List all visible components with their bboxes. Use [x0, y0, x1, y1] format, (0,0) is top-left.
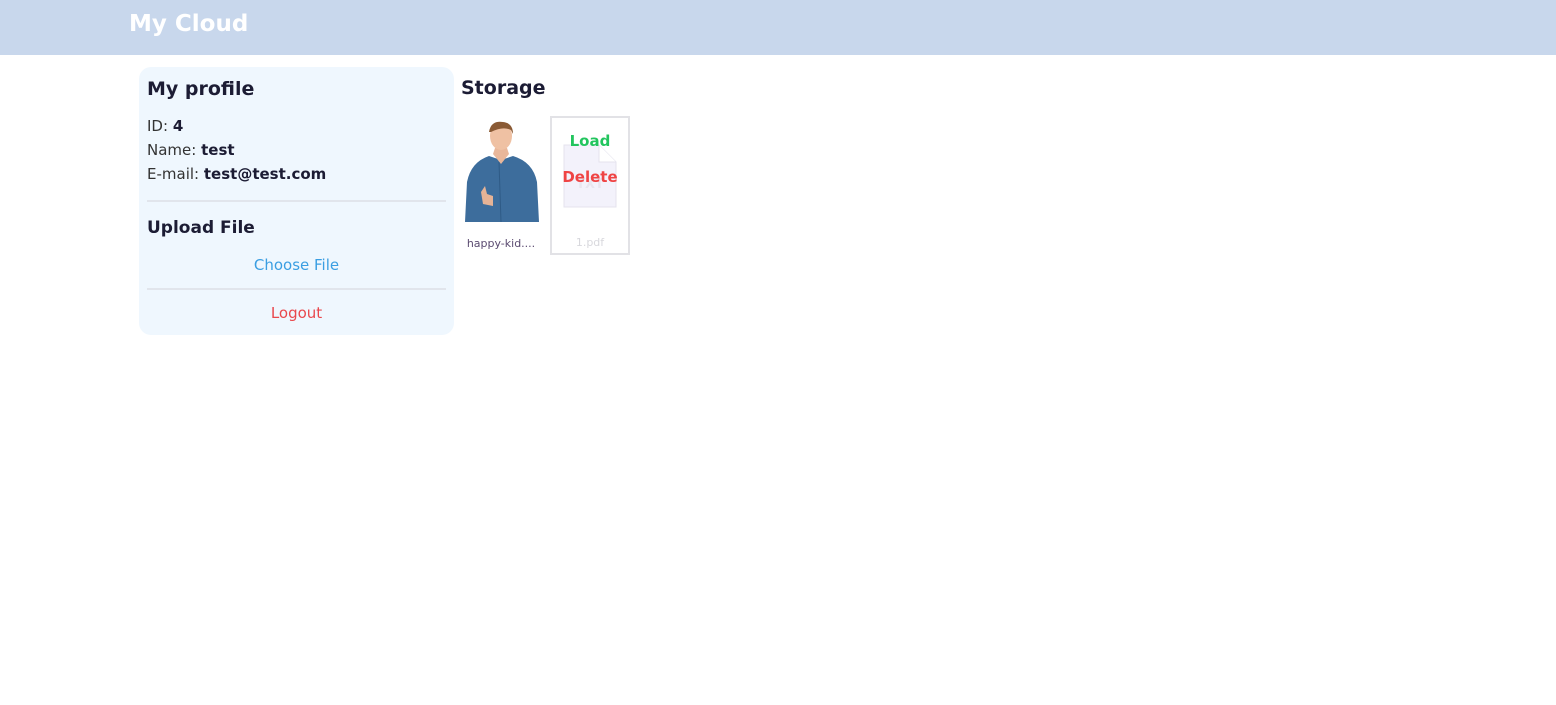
- upload-title: Upload File: [147, 218, 255, 238]
- profile-name: Name: test: [147, 138, 446, 162]
- divider: [147, 288, 446, 290]
- delete-button[interactable]: Delete: [552, 168, 628, 186]
- load-button[interactable]: Load: [552, 132, 628, 150]
- email-label: E-mail:: [147, 165, 200, 183]
- choose-file-button[interactable]: Choose File: [147, 256, 446, 274]
- profile-card: My profile ID: 4 Name: test E-mail: test…: [139, 67, 454, 335]
- id-value: 4: [172, 117, 184, 135]
- logout-button[interactable]: Logout: [147, 304, 446, 322]
- profile-email: E-mail: test@test.com: [147, 162, 446, 186]
- file-name: happy-kid....: [466, 237, 536, 250]
- file-name: 1.pdf: [575, 236, 605, 249]
- profile-title: My profile: [147, 78, 255, 100]
- file-tile[interactable]: happy-kid....: [461, 116, 541, 255]
- image-thumbnail: [465, 121, 539, 222]
- id-label: ID:: [147, 117, 169, 135]
- app-header: My Cloud: [0, 0, 1556, 55]
- name-value: test: [201, 141, 235, 159]
- divider: [147, 200, 446, 202]
- profile-id: ID: 4: [147, 114, 446, 138]
- email-value: test@test.com: [203, 165, 327, 183]
- storage-title: Storage: [461, 77, 546, 99]
- file-tile[interactable]: TXT Load Delete 1.pdf: [550, 116, 630, 255]
- app-title: My Cloud: [129, 11, 249, 37]
- name-label: Name:: [147, 141, 197, 159]
